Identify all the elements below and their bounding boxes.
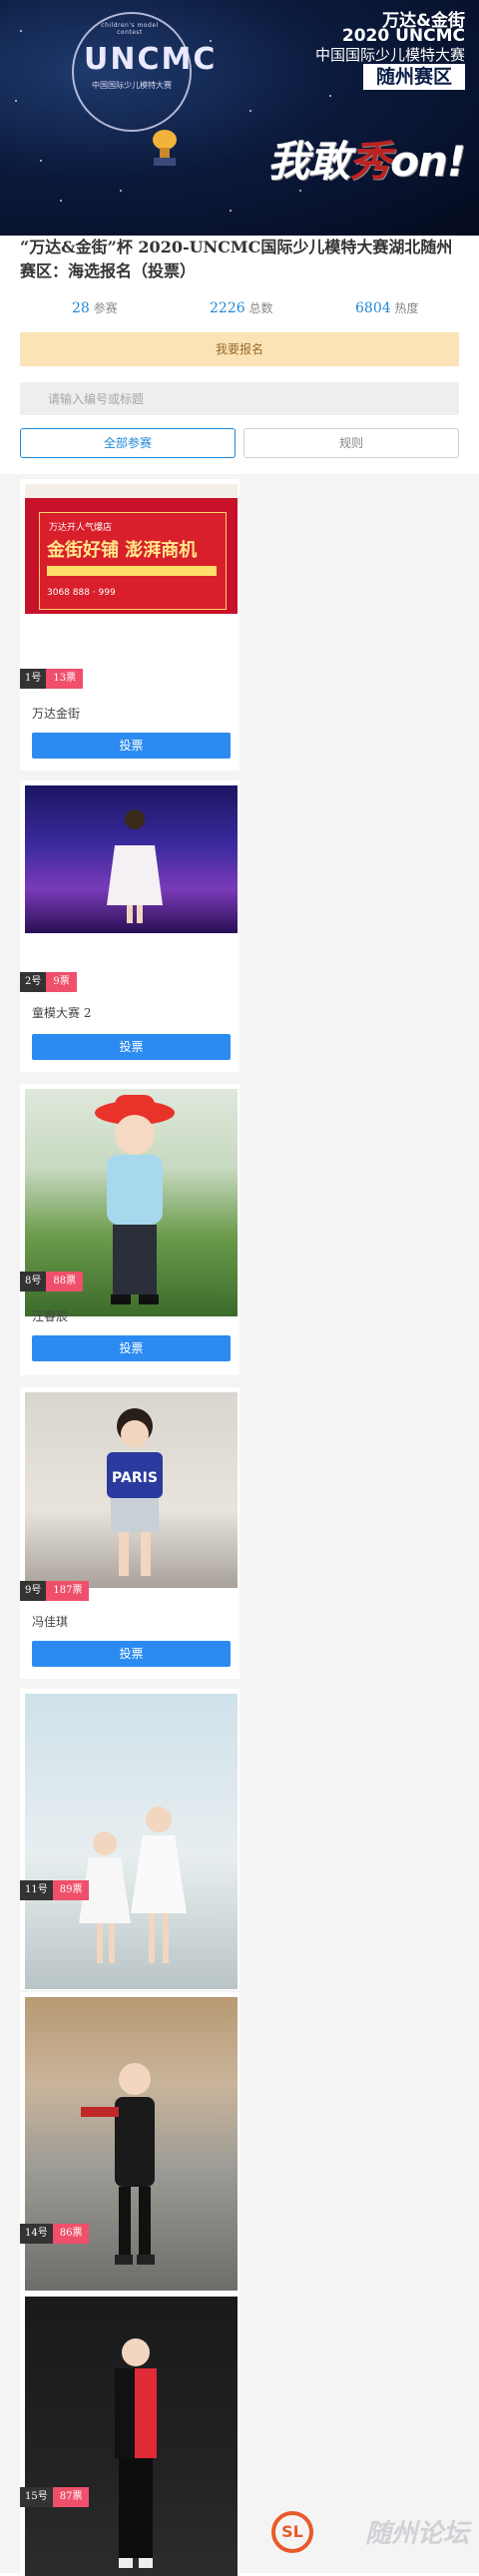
contestant-number: 9号 (20, 1581, 47, 1601)
contestant-votes: 187票 (46, 1581, 90, 1601)
contestant-votes: 88票 (46, 1272, 84, 1291)
contestant-badge: 11号 89票 (20, 1880, 90, 1900)
stat-popularity: 6804 热度 (355, 300, 419, 316)
contestant-photo[interactable] (25, 2297, 238, 2576)
contestant-name: 童模大赛 2 (32, 1006, 92, 1020)
contestant-card: 11号 89票 (20, 1689, 240, 1990)
child-figure (81, 2063, 155, 2265)
contestant-card: 14号 86票 (20, 1992, 240, 2292)
banner-slogan: 我敢秀on! (267, 137, 466, 186)
child-figure (95, 1095, 175, 1304)
contestant-name: 万达金街 (32, 707, 81, 721)
watermark-text: 随州论坛 (364, 2519, 469, 2549)
logo-subtitle: 中国国际少儿模特大赛 (92, 81, 172, 90)
contestant-votes: 86票 (52, 2224, 90, 2244)
contestant-card: 15号 87票 (20, 2292, 240, 2576)
contestant-badge: 14号 86票 (20, 2224, 90, 2244)
child-figure (107, 809, 163, 923)
child-figure: PARIS (107, 1408, 163, 1576)
contestant-name: 冯佳琪 (32, 1615, 69, 1629)
banner: children's model contest UNCMC 中国国际少儿模特大… (0, 0, 479, 236)
ad-line-1: 万达开人气爆店 (49, 523, 113, 533)
contestant-number: 8号 (20, 1272, 47, 1291)
vote-button[interactable]: 投票 (32, 1034, 231, 1060)
contestant-photo[interactable]: PARIS (25, 1392, 238, 1588)
svg-text:PARIS: PARIS (112, 1470, 158, 1486)
contestant-photo[interactable] (25, 785, 238, 933)
contestant-badge: 15号 87票 (20, 2487, 90, 2507)
trophy-icon (153, 130, 177, 166)
contestant-badge: 2号 9票 (20, 972, 77, 992)
contestant-card: 2号 9票 童模大赛 2 投票 (20, 780, 240, 1072)
search-input[interactable] (20, 382, 459, 415)
contestant-badge: 9号 187票 (20, 1581, 90, 1601)
signup-button[interactable]: 我要报名 (20, 332, 459, 366)
tab-rules[interactable]: 规则 (243, 428, 459, 458)
contestant-card: PARIS 9号 187票 冯佳琪 投票 (20, 1387, 240, 1679)
logo-text: UNCMC (84, 42, 218, 77)
banner-region: 随州赛区 (363, 64, 465, 90)
contestant-votes: 87票 (52, 2487, 90, 2507)
ad-line-2: 金街好铺 澎湃商机 (47, 540, 198, 561)
ad-line-3: 3068 888 · 999 (47, 588, 116, 598)
logo-tagline: children's model contest (101, 22, 159, 36)
contestant-name: 汪睿辰 (32, 1309, 69, 1323)
tab-all-entries[interactable]: 全部参赛 (20, 428, 236, 458)
banner-title-contest: 中国国际少儿模特大赛 (314, 46, 465, 64)
vote-button[interactable]: 投票 (32, 1335, 231, 1361)
contestant-number: 1号 (20, 669, 47, 689)
contestant-card: 万达开人气爆店 金街好铺 澎湃商机 3068 888 · 999 1号 13票 … (20, 479, 240, 771)
contestant-badge: 8号 88票 (20, 1272, 84, 1291)
contestant-card: 8号 88票 汪睿辰 投票 (20, 1084, 240, 1375)
contestant-photo[interactable] (25, 1694, 238, 1989)
stats-bar: 28 参赛 2226 总数 6804 热度 (0, 299, 479, 319)
contestant-votes: 13票 (46, 669, 84, 689)
watermark-logo-icon: SL (271, 2511, 313, 2553)
vote-button[interactable]: 投票 (32, 733, 231, 759)
contestant-votes: 89票 (52, 1880, 90, 1900)
contestant-number: 14号 (20, 2224, 53, 2244)
child-figure (115, 2338, 157, 2568)
contestant-photo[interactable]: 万达开人气爆店 金街好铺 澎湃商机 3068 888 · 999 (25, 484, 238, 614)
page-title: “万达&金街”杯 2020-UNCMC国际少儿模特大赛湖北随州赛区：海选报名（投… (20, 238, 453, 280)
contestant-votes: 9票 (46, 972, 77, 992)
banner-title-year: 2020 UNCMC (341, 26, 465, 46)
stat-participants: 28 参赛 (72, 300, 118, 316)
contestant-number: 2号 (20, 972, 47, 992)
contestant-number: 11号 (20, 1880, 53, 1900)
vote-button[interactable]: 投票 (32, 1641, 231, 1667)
contestant-number: 15号 (20, 2487, 53, 2507)
children-figures (79, 1806, 187, 1963)
contestant-photo[interactable] (25, 1997, 238, 2291)
contestant-badge: 1号 13票 (20, 669, 84, 689)
stat-total-votes: 2226 总数 (210, 300, 273, 316)
